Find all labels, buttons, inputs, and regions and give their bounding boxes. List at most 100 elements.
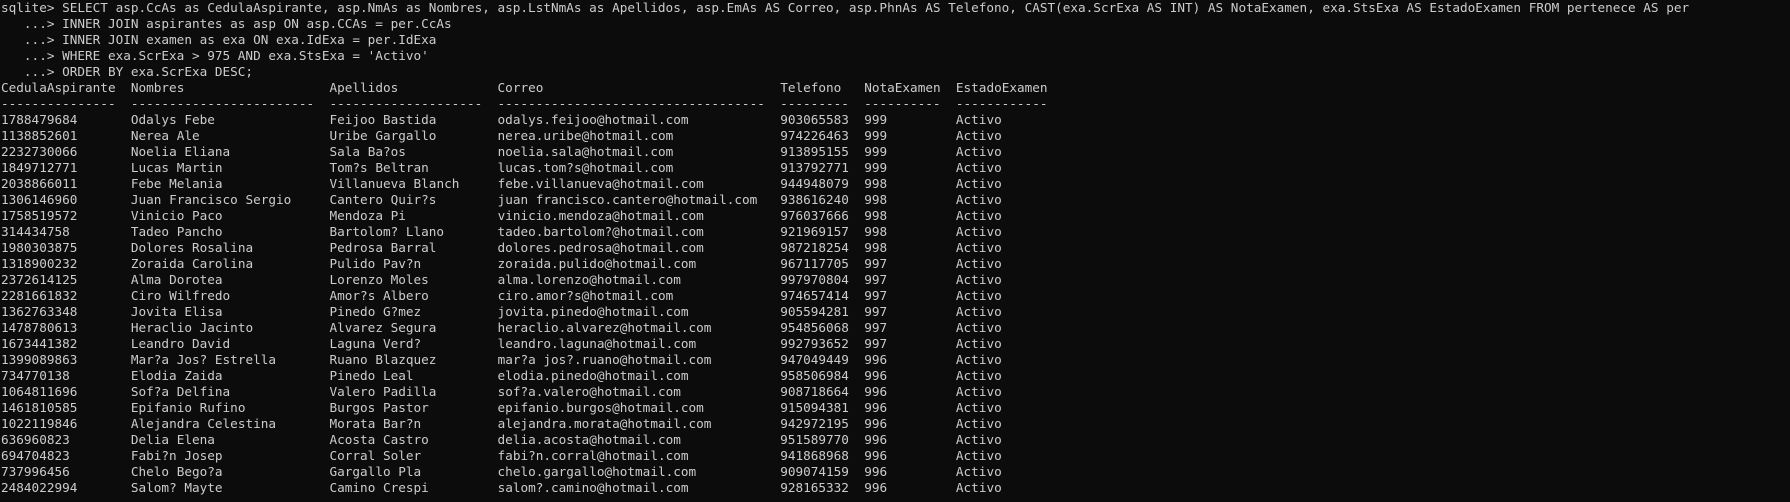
table-cell: 997 — [864, 304, 888, 319]
sql-query-text[interactable]: INNER JOIN examen as exa ON exa.IdExa = … — [62, 32, 436, 47]
table-cell: 909074159 — [780, 464, 849, 479]
table-cell: Burgos Pastor — [329, 400, 429, 415]
table-row: 1064811696 Sof?a Delfina Valero Padilla … — [1, 384, 1689, 400]
table-cell: dolores.pedrosa@hotmail.com — [497, 240, 704, 255]
table-cell: Alma Dorotea — [130, 272, 223, 287]
table-cell: Activo — [955, 400, 1002, 415]
table-cell: 1461810585 — [1, 400, 78, 415]
table-cell: juan francisco.cantero@hotmail.com — [497, 192, 758, 207]
table-row: 1138852601 Nerea Ale Uribe Gargallo nere… — [1, 128, 1689, 144]
table-cell: 913895155 — [780, 144, 849, 159]
column-header: Nombres — [130, 80, 185, 95]
table-cell: Activo — [955, 224, 1002, 239]
table-cell: 996 — [864, 400, 888, 415]
terminal-window[interactable]: sqlite> SELECT asp.CcAs as CedulaAspiran… — [0, 0, 1790, 502]
table-cell: 951589770 — [780, 432, 849, 447]
table-cell: alejandra.morata@hotmail.com — [497, 416, 712, 431]
table-cell: Morata Bar?n — [329, 416, 422, 431]
table-cell: 974226463 — [780, 128, 849, 143]
table-cell: 996 — [864, 432, 888, 447]
table-cell: Odalys Febe — [130, 112, 215, 127]
table-cell: Heraclio Jacinto — [130, 320, 254, 335]
table-cell: 928165332 — [780, 480, 849, 495]
table-cell: 915094381 — [780, 400, 849, 415]
table-cell: Uribe Gargallo — [329, 128, 437, 143]
table-cell: delia.acosta@hotmail.com — [497, 432, 681, 447]
table-cell: 992793652 — [780, 336, 849, 351]
sql-query-text[interactable]: ORDER BY exa.ScrExa DESC; — [62, 64, 253, 79]
table-row: 737996456 Chelo Bego?a Gargallo Pla chel… — [1, 464, 1689, 480]
sql-query-text[interactable]: INNER JOIN aspirantes as asp ON asp.CCAs… — [62, 16, 452, 31]
table-cell: 2484022994 — [1, 480, 78, 495]
table-cell: Pinedo G?mez — [329, 304, 422, 319]
table-cell: vinicio.mendoza@hotmail.com — [497, 208, 704, 223]
terminal-output: sqlite> SELECT asp.CcAs as CedulaAspiran… — [1, 0, 1689, 496]
table-cell: Sof?a Delfina — [130, 384, 231, 399]
table-row: 1022119846 Alejandra Celestina Morata Ba… — [1, 416, 1689, 432]
table-cell: 996 — [864, 352, 888, 367]
table-cell: Activo — [955, 240, 1002, 255]
table-cell: Activo — [955, 368, 1002, 383]
table-cell: Ruano Blazquez — [329, 352, 437, 367]
sql-query-text[interactable]: SELECT asp.CcAs as CedulaAspirante, asp.… — [62, 0, 1689, 15]
table-cell: 737996456 — [1, 464, 70, 479]
column-header: Apellidos — [329, 80, 399, 95]
table-cell: Sala Ba?os — [329, 144, 406, 159]
table-row: 1318900232 Zoraida Carolina Pulido Pav?n… — [1, 256, 1689, 272]
table-cell: heraclio.alvarez@hotmail.com — [497, 320, 712, 335]
table-cell: Delia Elena — [130, 432, 215, 447]
table-cell: Lorenzo Moles — [329, 272, 429, 287]
table-cell: 999 — [864, 160, 888, 175]
table-cell: 967117705 — [780, 256, 849, 271]
table-cell: Activo — [955, 160, 1002, 175]
table-row: 694704823 Fabi?n Josep Corral Soler fabi… — [1, 448, 1689, 464]
table-cell: Amor?s Albero — [329, 288, 429, 303]
table-cell: 905594281 — [780, 304, 849, 319]
table-cell: Alejandra Celestina — [130, 416, 277, 431]
table-cell: 1788479684 — [1, 112, 78, 127]
sqlite-prompt: sqlite> — [1, 0, 63, 15]
sql-query-text[interactable]: WHERE exa.ScrExa > 975 AND exa.StsExa = … — [62, 48, 429, 63]
table-cell: tadeo.bartolom?@hotmail.com — [497, 224, 704, 239]
table-cell: Pinedo Leal — [329, 368, 414, 383]
table-cell: Cantero Quir?s — [329, 192, 437, 207]
table-cell: Activo — [955, 288, 1002, 303]
table-cell: leandro.laguna@hotmail.com — [497, 336, 697, 351]
table-cell: epifanio.burgos@hotmail.com — [497, 400, 704, 415]
table-cell: Activo — [955, 256, 1002, 271]
table-cell: Activo — [955, 464, 1002, 479]
table-cell: 1306146960 — [1, 192, 78, 207]
table-cell: Ciro Wilfredo — [130, 288, 231, 303]
table-cell: Activo — [955, 336, 1002, 351]
table-cell: Tadeo Pancho — [130, 224, 223, 239]
table-cell: Activo — [955, 432, 1002, 447]
table-cell: Salom? Mayte — [130, 480, 223, 495]
table-cell: Dolores Rosalina — [130, 240, 254, 255]
table-cell: 998 — [864, 208, 888, 223]
table-cell: 997 — [864, 320, 888, 335]
table-row: 2484022994 Salom? Mayte Camino Crespi sa… — [1, 480, 1689, 496]
table-cell: Mar?a Jos? Estrella — [130, 352, 277, 367]
column-header: EstadoExamen — [955, 80, 1048, 95]
table-cell: Juan Francisco Sergio — [130, 192, 292, 207]
table-cell: 996 — [864, 448, 888, 463]
table-cell: chelo.gargallo@hotmail.com — [497, 464, 697, 479]
table-cell: Activo — [955, 128, 1002, 143]
table-cell: 996 — [864, 368, 888, 383]
table-cell: nerea.uribe@hotmail.com — [497, 128, 674, 143]
table-cell: 314434758 — [1, 224, 70, 239]
table-cell: Activo — [955, 192, 1002, 207]
table-cell: 734770138 — [1, 368, 70, 383]
table-cell: Tom?s Beltran — [329, 160, 429, 175]
table-cell: 997 — [864, 336, 888, 351]
table-cell: 942972195 — [780, 416, 849, 431]
table-cell: 1399089863 — [1, 352, 78, 367]
table-cell: salom?.camino@hotmail.com — [497, 480, 689, 495]
table-cell: 996 — [864, 384, 888, 399]
table-cell: Noelia Eliana — [130, 144, 231, 159]
table-cell: 999 — [864, 128, 888, 143]
table-cell: Mendoza Pi — [329, 208, 406, 223]
column-header: Telefono — [780, 80, 842, 95]
column-header: Correo — [497, 80, 544, 95]
table-cell: 998 — [864, 240, 888, 255]
